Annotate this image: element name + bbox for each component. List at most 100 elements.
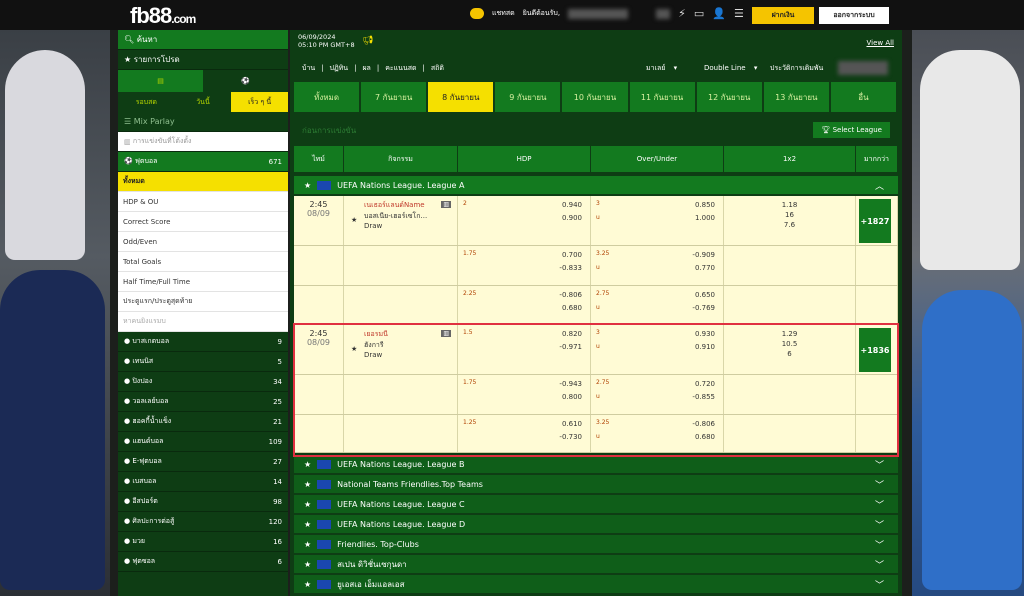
day-tab[interactable]: 13 กันยายน xyxy=(763,82,829,112)
day-tab[interactable]: 9 กันยายน xyxy=(495,82,561,112)
star-icon[interactable]: ★ xyxy=(304,520,311,529)
star-icon[interactable]: ★ xyxy=(304,540,311,549)
chevron-down-icon[interactable]: ﹀ xyxy=(875,518,884,531)
away-team[interactable]: บอสเนีย-เฮอร์เซโก... xyxy=(350,211,451,222)
nav-calendar[interactable]: ปฏิทิน xyxy=(330,63,349,74)
over-odd[interactable]: 0.850 xyxy=(695,201,715,209)
search-row[interactable]: 🔍︎ ค้นหา xyxy=(118,30,288,50)
chevron-down-icon[interactable]: ﹀ xyxy=(875,478,884,491)
hdp-odd-away[interactable]: 0.680 xyxy=(562,304,582,312)
view-all-link[interactable]: View All xyxy=(866,39,894,49)
league-header[interactable]: ★ UEFA Nations League. League D ﹀ xyxy=(294,515,898,533)
star-icon[interactable]: ★ xyxy=(304,480,311,489)
nav-home[interactable]: บ้าน xyxy=(302,63,315,74)
league-header[interactable]: ★ National Teams Friendlies.Top Teams ﹀ xyxy=(294,475,898,493)
nav-stats[interactable]: สถิติ xyxy=(431,63,444,74)
home-team[interactable]: เนเธอร์แลนด์Name xyxy=(350,200,451,211)
sport-item[interactable]: ● E-ฟุตบอล 27 xyxy=(118,452,288,472)
star-icon[interactable]: ★ xyxy=(304,181,311,190)
mix-parlay-row[interactable]: ☰ Mix Parlay xyxy=(118,112,288,132)
chevron-down-icon[interactable]: ﹀ xyxy=(875,558,884,571)
stats-icon[interactable]: ▥ xyxy=(441,201,451,208)
tab-today[interactable]: วันนี้ xyxy=(175,92,232,112)
star-icon[interactable]: ★ xyxy=(304,500,311,509)
nav-results[interactable]: ผล xyxy=(362,63,370,74)
nav-live-score[interactable]: คะแนนสด xyxy=(385,63,416,74)
bet-type-item[interactable]: ประตูแรก/ประตูสุดท้าย xyxy=(118,292,288,312)
deposit-button[interactable]: ฝากเงิน xyxy=(752,7,814,24)
sport-item[interactable]: ● ฟุตซอล 6 xyxy=(118,552,288,572)
sport-item[interactable]: ● เบสบอล 14 xyxy=(118,472,288,492)
day-tab[interactable]: ทั้งหมด xyxy=(294,82,360,112)
sport-item[interactable]: ● อีสปอร์ต 98 xyxy=(118,492,288,512)
sport-item[interactable]: ● แฮนด์บอล 109 xyxy=(118,432,288,452)
select-league-button[interactable]: 🏆︎ Select League xyxy=(813,122,890,138)
more-markets-button[interactable]: +1827 xyxy=(859,199,891,243)
under-odd[interactable]: 0.770 xyxy=(695,264,715,272)
bet-type-item[interactable]: ทั้งหมด xyxy=(118,172,288,192)
chevron-down-icon[interactable]: ﹀ xyxy=(875,538,884,551)
user-icon[interactable]: 👤 xyxy=(712,7,726,20)
day-tab[interactable]: 10 กันยายน xyxy=(562,82,628,112)
day-tab[interactable]: 11 กันยายน xyxy=(629,82,695,112)
1x2-odd[interactable]: 1.18 xyxy=(724,201,855,209)
odds-format-select[interactable]: มาเลย์ ▾ xyxy=(646,63,677,74)
hdp-odd-home[interactable]: 0.940 xyxy=(562,201,582,209)
bet-type-item[interactable]: Correct Score xyxy=(118,212,288,232)
bet-history-link[interactable]: ประวัติการเดิมพัน xyxy=(770,63,823,74)
chevron-up-icon[interactable]: ︿ xyxy=(875,179,884,192)
bet-type-item[interactable]: Half Time/Full Time xyxy=(118,272,288,292)
over-odd[interactable]: -0.909 xyxy=(692,251,715,259)
sport-item[interactable]: ● บาสเกตบอล 9 xyxy=(118,332,288,352)
chevron-down-icon[interactable]: ﹀ xyxy=(875,578,884,591)
list-icon[interactable]: ☰ xyxy=(734,7,744,20)
logo[interactable]: fb88.com xyxy=(130,3,196,29)
day-tab[interactable]: 7 กันยายน xyxy=(361,82,427,112)
tab-live[interactable]: รอบสด xyxy=(118,92,175,112)
1x2-odd[interactable]: 16 xyxy=(724,211,855,219)
sport-football[interactable]: ⚽ ฟุตบอล 671 xyxy=(118,152,288,172)
chat-label[interactable]: แชทสด xyxy=(492,8,515,19)
day-tab[interactable]: อื่น xyxy=(830,82,896,112)
my-bets-row[interactable]: ▥ การแข่งขันที่โต้งตั้ง xyxy=(118,132,288,152)
star-icon[interactable]: ★ xyxy=(304,460,311,469)
sport-item[interactable]: ● ฮอคกี้น้ำแข็ง 21 xyxy=(118,412,288,432)
announcement-icon[interactable]: 📢︎ xyxy=(362,36,373,46)
star-icon[interactable]: ★ xyxy=(304,560,311,569)
over-odd[interactable]: 0.650 xyxy=(695,291,715,299)
chevron-down-icon[interactable]: ﹀ xyxy=(875,498,884,511)
logout-button[interactable]: ออกจากระบบ xyxy=(819,7,889,24)
league-header[interactable]: ★ UEFA Nations League. League B ﹀ xyxy=(294,455,898,473)
line-select[interactable]: Double Line ▾ xyxy=(704,64,757,72)
hdp-odd-home[interactable]: -0.806 xyxy=(559,291,582,299)
chevron-down-icon[interactable]: ﹀ xyxy=(875,458,884,471)
sport-item[interactable]: ● เทนนิส 5 xyxy=(118,352,288,372)
hdp-odd-away[interactable]: 0.900 xyxy=(562,214,582,222)
bet-type-item[interactable]: Total Goals xyxy=(118,252,288,272)
bet-type-item[interactable]: HDP & OU xyxy=(118,192,288,212)
hdp-odd-away[interactable]: -0.833 xyxy=(559,264,582,272)
tab-early[interactable]: เร็ว ๆ นี้ xyxy=(231,92,289,112)
bet-type-item[interactable]: Odd/Even xyxy=(118,232,288,252)
sport-item[interactable]: ● วอลเลย์บอล 25 xyxy=(118,392,288,412)
promo-icon[interactable]: ▭ xyxy=(694,7,704,20)
star-icon[interactable]: ★ xyxy=(304,580,311,589)
league-header[interactable]: ★ Friendlies. Top-Clubs ﹀ xyxy=(294,535,898,553)
sport-item[interactable]: ● มวย 16 xyxy=(118,532,288,552)
hdp-odd-home[interactable]: 0.700 xyxy=(562,251,582,259)
league-header[interactable]: ★ ยูเอสเอ เอ็มแอลเอส ﹀ xyxy=(294,575,898,593)
refresh-icon[interactable]: ⚡ xyxy=(678,7,686,20)
sport-item[interactable]: ● ศิลปะการต่อสู้ 120 xyxy=(118,512,288,532)
betslip-icon[interactable]: ▤ xyxy=(118,70,203,92)
star-icon[interactable]: ★ xyxy=(351,216,357,224)
1x2-odd[interactable]: 7.6 xyxy=(724,221,855,229)
day-tab[interactable]: 8 กันยายน xyxy=(428,82,494,112)
under-odd[interactable]: 1.000 xyxy=(695,214,715,222)
league-header[interactable]: ★ UEFA Nations League. League C ﹀ xyxy=(294,495,898,513)
day-tab[interactable]: 12 กันยายน xyxy=(696,82,762,112)
favorites-row[interactable]: ★ รายการโปรด xyxy=(118,50,288,70)
under-odd[interactable]: -0.769 xyxy=(692,304,715,312)
league-header[interactable]: ★ สเปน ดิวิชั่นเซกุนดา ﹀ xyxy=(294,555,898,573)
soccer-icon[interactable]: ⚽ xyxy=(203,70,288,92)
league-header[interactable]: ★ UEFA Nations League. League A ︿ xyxy=(294,176,898,194)
